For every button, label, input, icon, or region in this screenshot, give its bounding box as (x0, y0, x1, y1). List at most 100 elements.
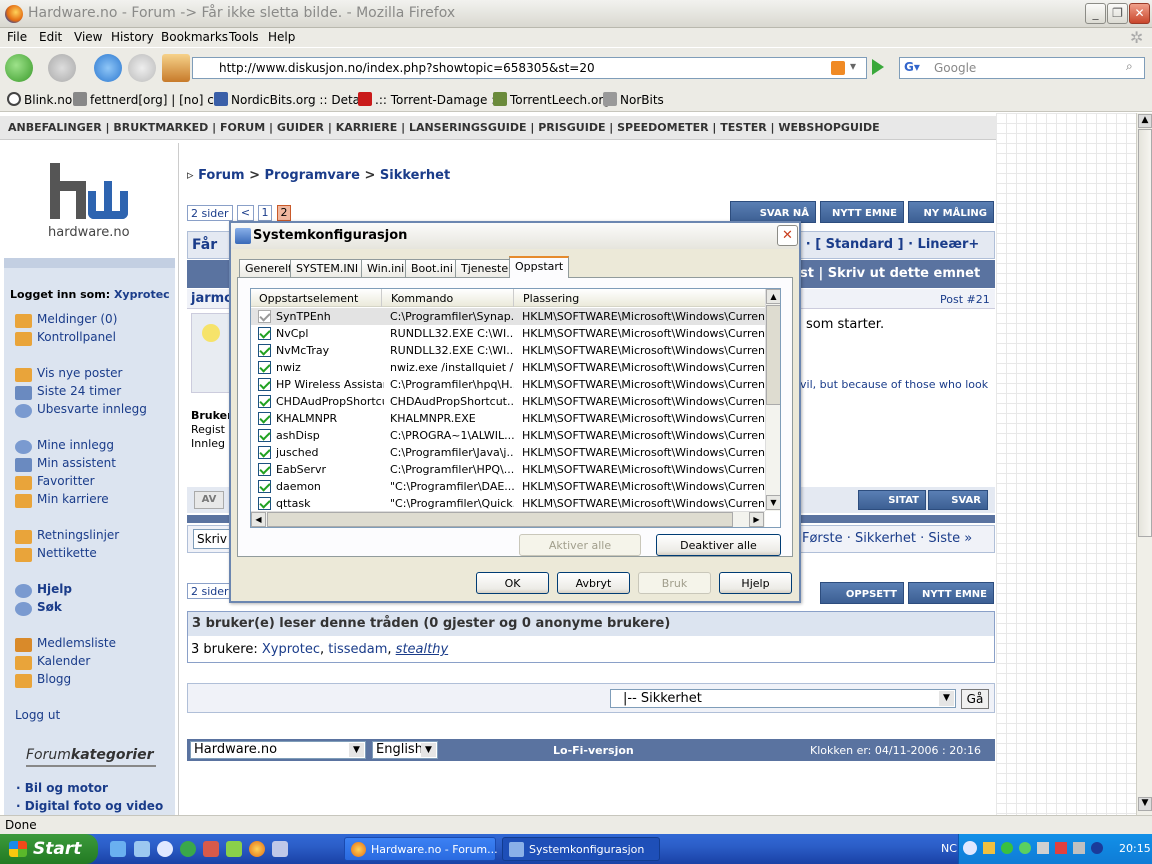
dialog-close-icon[interactable]: ✕ (777, 225, 798, 246)
quicklaunch-ie-icon[interactable] (110, 841, 126, 857)
quicklaunch-app-icon[interactable] (203, 841, 219, 857)
list-hscrollbar[interactable]: ◀ ▶ (251, 511, 765, 527)
sidebar-item-logout[interactable]: Logg ut (15, 708, 60, 722)
list-scroll-thumb[interactable] (766, 305, 780, 405)
bookmark-nordicbits[interactable]: NordicBits.org :: Deta... (214, 92, 371, 107)
enable-all-button[interactable]: Aktiver alle (519, 534, 641, 556)
rss-icon[interactable] (831, 61, 845, 75)
sidebar-item-new-posts[interactable]: Vis nye poster (37, 366, 122, 380)
task-msconfig[interactable]: Systemkonfigurasjon (502, 837, 660, 861)
row-checkbox[interactable] (258, 344, 271, 357)
startup-row[interactable]: KHALMNPR KHALMNPR.EXE HKLM\SOFTWARE\Micros… (251, 410, 765, 427)
bookmark-blink[interactable]: Blink.no (7, 92, 72, 107)
minimize-button[interactable]: _ (1085, 3, 1106, 24)
help-button[interactable]: Hjelp (719, 572, 792, 594)
reader-link[interactable]: Xyprotec (262, 642, 320, 657)
sidebar-item-blog[interactable]: Blogg (37, 672, 71, 686)
task-firefox[interactable]: Hardware.no - Forum... (344, 837, 498, 861)
new-topic-button-bottom[interactable]: NYTT EMNE (908, 582, 994, 604)
quicklaunch-desktop-icon[interactable] (134, 841, 150, 857)
page-scrollbar[interactable]: ▲ ▼ (1136, 113, 1152, 815)
site-select[interactable]: Hardware.no ▼ (190, 741, 366, 759)
language-select[interactable]: English ▼ (372, 741, 438, 759)
row-checkbox[interactable] (258, 327, 271, 340)
magnifier-icon[interactable]: ⌕ (1126, 59, 1133, 74)
scroll-up-icon[interactable]: ▲ (766, 289, 780, 304)
tray-icon[interactable] (1037, 842, 1049, 854)
tray-icon[interactable] (1019, 842, 1031, 854)
sidebar-item-controlpanel[interactable]: Kontrollpanel (37, 330, 116, 344)
scroll-up-icon[interactable]: ▲ (1138, 114, 1152, 128)
post-author[interactable]: jarmo (191, 291, 233, 306)
reply-button[interactable]: SVAR NÅ (730, 201, 816, 223)
close-button[interactable]: ✕ (1129, 3, 1150, 24)
reader-link[interactable]: tissedam (328, 642, 387, 657)
topic-toolbar[interactable]: st | Skriv ut dette emnet (800, 266, 980, 281)
lofi-link[interactable]: Lo-Fi-versjon (553, 744, 634, 757)
breadcrumb-programvare[interactable]: Programvare (265, 168, 360, 183)
back-icon[interactable] (5, 54, 33, 82)
reader-link[interactable]: stealthy (396, 642, 448, 657)
tab-system-ini[interactable]: SYSTEM.INI (290, 259, 365, 277)
topic-nav-links[interactable]: Første · Sikkerhet · Siste » (802, 531, 972, 546)
tray-icon[interactable] (1055, 842, 1067, 854)
sidebar-item-unanswered[interactable]: Ubesvarte innlegg (37, 402, 147, 416)
home-icon[interactable] (162, 54, 190, 82)
forum-jump-select[interactable]: |-- Sikkerhet ▼ (610, 689, 956, 708)
go-icon[interactable] (872, 59, 884, 75)
quicklaunch-media-icon[interactable] (157, 841, 173, 857)
sidebar-item-my-posts[interactable]: Mine innlegg (37, 438, 114, 452)
menu-view[interactable]: View (74, 30, 102, 44)
bookmark-fettnerd[interactable]: fettnerd[org] | [no] c... (73, 92, 225, 107)
apply-button[interactable]: Bruk (638, 572, 711, 594)
breadcrumb-sikkerhet[interactable]: Sikkerhet (380, 168, 450, 183)
startup-row[interactable]: HP Wireless Assistant C:\Programfiler\hpq… (251, 376, 765, 393)
list-hscroll-thumb[interactable] (267, 512, 733, 527)
bookmark-norbits[interactable]: NorBits (603, 92, 664, 107)
sidebar-item-calendar[interactable]: Kalender (37, 654, 90, 668)
tray-icon[interactable] (1073, 842, 1085, 854)
cat-digital-foto[interactable]: · Digital foto og video (16, 799, 163, 813)
menu-help[interactable]: Help (268, 30, 295, 44)
sidebar-item-help[interactable]: Hjelp (37, 582, 72, 596)
row-checkbox[interactable] (258, 429, 271, 442)
col-command[interactable]: Kommando (391, 292, 453, 305)
tab-boot-ini[interactable]: Boot.ini (405, 259, 459, 277)
row-checkbox[interactable] (258, 480, 271, 493)
tray-icon[interactable] (1001, 842, 1013, 854)
scroll-down-icon[interactable]: ▼ (766, 495, 780, 510)
col-startup-item[interactable]: Oppstartselement (259, 292, 358, 305)
menu-bookmarks[interactable]: Bookmarks (161, 30, 228, 44)
row-checkbox[interactable] (258, 412, 271, 425)
startup-row[interactable]: jusched C:\Programfiler\Java\j... HKLM\SOF… (251, 444, 765, 461)
reload-icon[interactable] (94, 54, 122, 82)
startup-row[interactable]: nwiz nwiz.exe /installquiet /... HKLM\SOFT… (251, 359, 765, 376)
options-button[interactable]: OPPSETT (820, 582, 904, 604)
sidebar-item-netiquette[interactable]: Nettikette (37, 546, 97, 560)
maximize-button[interactable]: ❐ (1107, 3, 1128, 24)
new-poll-button[interactable]: NY MÅLING (908, 201, 994, 223)
startup-row[interactable]: NvMcTray RUNDLL32.EXE C:\WI... HKLM\SOFTWA… (251, 342, 765, 359)
new-topic-button[interactable]: NYTT EMNE (820, 201, 904, 223)
startup-row[interactable]: daemon "C:\Programfiler\DAE... HKLM\SOFTWA… (251, 478, 765, 495)
quicklaunch-app-icon[interactable] (272, 841, 288, 857)
scroll-right-icon[interactable]: ▶ (749, 512, 764, 527)
startup-list[interactable]: Oppstartselement Kommando Plassering Syn… (250, 288, 781, 528)
sidebar-item-search[interactable]: Søk (37, 600, 62, 614)
google-icon[interactable]: G▾ (904, 60, 920, 74)
tab-startup[interactable]: Oppstart (509, 256, 570, 278)
quicklaunch-messenger-icon[interactable] (180, 841, 196, 857)
cancel-button[interactable]: Avbryt (557, 572, 630, 594)
row-checkbox[interactable] (258, 378, 271, 391)
col-location[interactable]: Plassering (523, 292, 579, 305)
sidebar-item-career[interactable]: Min karriere (37, 492, 109, 506)
breadcrumb-forum[interactable]: Forum (198, 168, 245, 183)
sidebar-item-assistant[interactable]: Min assistent (37, 456, 116, 470)
scroll-left-icon[interactable]: ◀ (251, 512, 266, 527)
url-input[interactable]: http://www.diskusjon.no/index.php?showto… (192, 57, 867, 79)
startup-row[interactable]: CHDAudPropShortcut CHDAudPropShortcut....… (251, 393, 765, 410)
ok-button[interactable]: OK (476, 572, 549, 594)
post-number[interactable]: Post #21 (940, 293, 990, 306)
url-dropdown-icon[interactable]: ▾ (850, 59, 856, 73)
sidebar-item-guidelines[interactable]: Retningslinjer (37, 528, 119, 542)
